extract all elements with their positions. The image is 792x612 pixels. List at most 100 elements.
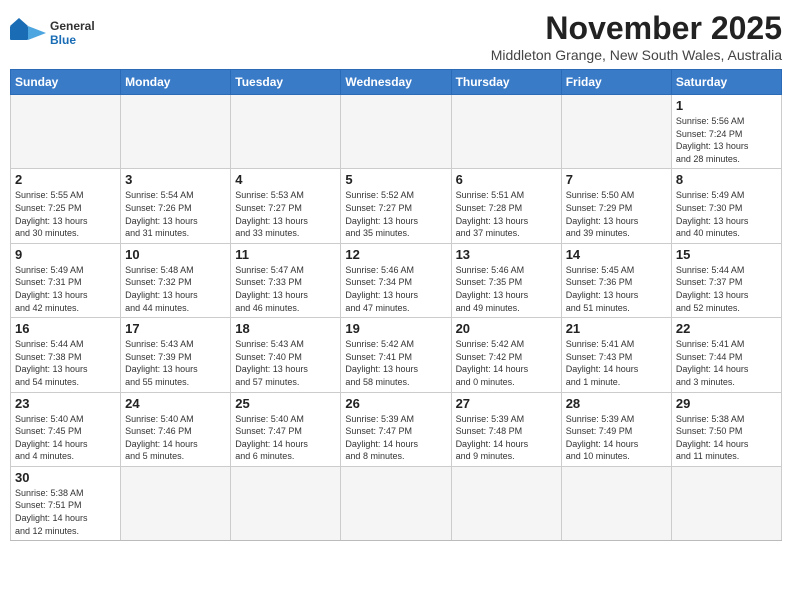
day-number: 13 [456, 247, 557, 262]
calendar-cell [231, 95, 341, 169]
day-number: 19 [345, 321, 446, 336]
day-number: 16 [15, 321, 116, 336]
day-number: 22 [676, 321, 777, 336]
page-header: General Blue November 2025 Middleton Gra… [10, 10, 782, 63]
calendar-cell [341, 95, 451, 169]
calendar-cell [561, 466, 671, 540]
day-number: 12 [345, 247, 446, 262]
calendar-cell: 7 Sunrise: 5:50 AM Sunset: 7:29 PM Daylig… [561, 169, 671, 243]
day-number: 5 [345, 172, 446, 187]
calendar-header-row: SundayMondayTuesdayWednesdayThursdayFrid… [11, 70, 782, 95]
day-info: Sunrise: 5:55 AM Sunset: 7:25 PM Dayligh… [15, 189, 116, 239]
week-row-4: 23Sunrise: 5:40 AM Sunset: 7:45 PM Dayli… [11, 392, 782, 466]
day-info: Sunrise: 5:40 AM Sunset: 7:46 PM Dayligh… [125, 413, 226, 463]
day-number: 28 [566, 396, 667, 411]
calendar-cell [341, 466, 451, 540]
calendar-cell: 6Sunrise: 5:51 AM Sunset: 7:28 PM Daylig… [451, 169, 561, 243]
day-info: Sunrise: 5:47 AM Sunset: 7:33 PM Dayligh… [235, 264, 336, 314]
day-number: 17 [125, 321, 226, 336]
logo-text: General Blue [50, 19, 95, 47]
day-info: Sunrise: 5:42 AM Sunset: 7:42 PM Dayligh… [456, 338, 557, 388]
calendar-cell: 2Sunrise: 5:55 AM Sunset: 7:25 PM Daylig… [11, 169, 121, 243]
day-info: Sunrise: 5:41 AM Sunset: 7:43 PM Dayligh… [566, 338, 667, 388]
day-info: Sunrise: 5:40 AM Sunset: 7:45 PM Dayligh… [15, 413, 116, 463]
day-number: 25 [235, 396, 336, 411]
calendar-cell [121, 466, 231, 540]
day-info: Sunrise: 5:42 AM Sunset: 7:41 PM Dayligh… [345, 338, 446, 388]
calendar-cell: 15 Sunrise: 5:44 AM Sunset: 7:37 PM Dayli… [671, 243, 781, 317]
day-info: Sunrise: 5:39 AM Sunset: 7:48 PM Dayligh… [456, 413, 557, 463]
day-number: 26 [345, 396, 446, 411]
calendar-cell: 24Sunrise: 5:40 AM Sunset: 7:46 PM Dayli… [121, 392, 231, 466]
day-info: Sunrise: 5:44 AM Sunset: 7:37 PM Dayligh… [676, 264, 777, 314]
calendar-cell [451, 466, 561, 540]
logo-icon [10, 18, 46, 48]
week-row-0: 1 Sunrise: 5:56 AM Sunset: 7:24 PM Daylig… [11, 95, 782, 169]
day-number: 30 [15, 470, 116, 485]
calendar-cell: 5Sunrise: 5:52 AM Sunset: 7:27 PM Daylig… [341, 169, 451, 243]
title-block: November 2025 Middleton Grange, New Sout… [491, 10, 782, 63]
col-header-wednesday: Wednesday [341, 70, 451, 95]
calendar-cell: 18 Sunrise: 5:43 AM Sunset: 7:40 PM Dayli… [231, 318, 341, 392]
col-header-tuesday: Tuesday [231, 70, 341, 95]
day-number: 1 [676, 98, 777, 113]
day-number: 4 [235, 172, 336, 187]
calendar-cell: 1 Sunrise: 5:56 AM Sunset: 7:24 PM Daylig… [671, 95, 781, 169]
col-header-saturday: Saturday [671, 70, 781, 95]
day-info: Sunrise: 5:39 AM Sunset: 7:47 PM Dayligh… [345, 413, 446, 463]
day-number: 21 [566, 321, 667, 336]
calendar-cell: 8 Sunrise: 5:49 AM Sunset: 7:30 PM Daylig… [671, 169, 781, 243]
calendar-cell [231, 466, 341, 540]
day-number: 8 [676, 172, 777, 187]
day-number: 18 [235, 321, 336, 336]
day-info: Sunrise: 5:49 AM Sunset: 7:31 PM Dayligh… [15, 264, 116, 314]
day-number: 7 [566, 172, 667, 187]
day-info: Sunrise: 5:39 AM Sunset: 7:49 PM Dayligh… [566, 413, 667, 463]
calendar-table: SundayMondayTuesdayWednesdayThursdayFrid… [10, 69, 782, 541]
day-number: 11 [235, 247, 336, 262]
day-number: 15 [676, 247, 777, 262]
calendar-cell [451, 95, 561, 169]
calendar-cell: 22 Sunrise: 5:41 AM Sunset: 7:44 PM Dayli… [671, 318, 781, 392]
day-info: Sunrise: 5:46 AM Sunset: 7:34 PM Dayligh… [345, 264, 446, 314]
calendar-cell: 3Sunrise: 5:54 AM Sunset: 7:26 PM Daylig… [121, 169, 231, 243]
week-row-3: 16Sunrise: 5:44 AM Sunset: 7:38 PM Dayli… [11, 318, 782, 392]
calendar-cell [11, 95, 121, 169]
day-number: 9 [15, 247, 116, 262]
week-row-5: 30 Sunrise: 5:38 AM Sunset: 7:51 PM Dayli… [11, 466, 782, 540]
calendar-cell: 10Sunrise: 5:48 AM Sunset: 7:32 PM Dayli… [121, 243, 231, 317]
logo: General Blue [10, 18, 95, 48]
calendar-cell: 11 Sunrise: 5:47 AM Sunset: 7:33 PM Dayli… [231, 243, 341, 317]
day-info: Sunrise: 5:49 AM Sunset: 7:30 PM Dayligh… [676, 189, 777, 239]
day-info: Sunrise: 5:43 AM Sunset: 7:40 PM Dayligh… [235, 338, 336, 388]
day-info: Sunrise: 5:41 AM Sunset: 7:44 PM Dayligh… [676, 338, 777, 388]
calendar-cell: 21 Sunrise: 5:41 AM Sunset: 7:43 PM Dayli… [561, 318, 671, 392]
day-info: Sunrise: 5:46 AM Sunset: 7:35 PM Dayligh… [456, 264, 557, 314]
calendar-cell: 23Sunrise: 5:40 AM Sunset: 7:45 PM Dayli… [11, 392, 121, 466]
calendar-cell: 26 Sunrise: 5:39 AM Sunset: 7:47 PM Dayli… [341, 392, 451, 466]
calendar-cell: 25 Sunrise: 5:40 AM Sunset: 7:47 PM Dayli… [231, 392, 341, 466]
day-info: Sunrise: 5:50 AM Sunset: 7:29 PM Dayligh… [566, 189, 667, 239]
day-info: Sunrise: 5:38 AM Sunset: 7:51 PM Dayligh… [15, 487, 116, 537]
calendar-cell: 27Sunrise: 5:39 AM Sunset: 7:48 PM Dayli… [451, 392, 561, 466]
week-row-2: 9 Sunrise: 5:49 AM Sunset: 7:31 PM Daylig… [11, 243, 782, 317]
day-info: Sunrise: 5:56 AM Sunset: 7:24 PM Dayligh… [676, 115, 777, 165]
col-header-sunday: Sunday [11, 70, 121, 95]
day-info: Sunrise: 5:38 AM Sunset: 7:50 PM Dayligh… [676, 413, 777, 463]
day-info: Sunrise: 5:43 AM Sunset: 7:39 PM Dayligh… [125, 338, 226, 388]
day-info: Sunrise: 5:48 AM Sunset: 7:32 PM Dayligh… [125, 264, 226, 314]
day-number: 20 [456, 321, 557, 336]
col-header-thursday: Thursday [451, 70, 561, 95]
calendar-cell: 20 Sunrise: 5:42 AM Sunset: 7:42 PM Dayli… [451, 318, 561, 392]
day-info: Sunrise: 5:51 AM Sunset: 7:28 PM Dayligh… [456, 189, 557, 239]
calendar-cell: 28 Sunrise: 5:39 AM Sunset: 7:49 PM Dayli… [561, 392, 671, 466]
calendar-cell: 14 Sunrise: 5:45 AM Sunset: 7:36 PM Dayli… [561, 243, 671, 317]
week-row-1: 2Sunrise: 5:55 AM Sunset: 7:25 PM Daylig… [11, 169, 782, 243]
day-number: 14 [566, 247, 667, 262]
day-info: Sunrise: 5:53 AM Sunset: 7:27 PM Dayligh… [235, 189, 336, 239]
day-info: Sunrise: 5:45 AM Sunset: 7:36 PM Dayligh… [566, 264, 667, 314]
col-header-monday: Monday [121, 70, 231, 95]
location-subtitle: Middleton Grange, New South Wales, Austr… [491, 47, 782, 63]
calendar-cell: 12 Sunrise: 5:46 AM Sunset: 7:34 PM Dayli… [341, 243, 451, 317]
day-info: Sunrise: 5:40 AM Sunset: 7:47 PM Dayligh… [235, 413, 336, 463]
